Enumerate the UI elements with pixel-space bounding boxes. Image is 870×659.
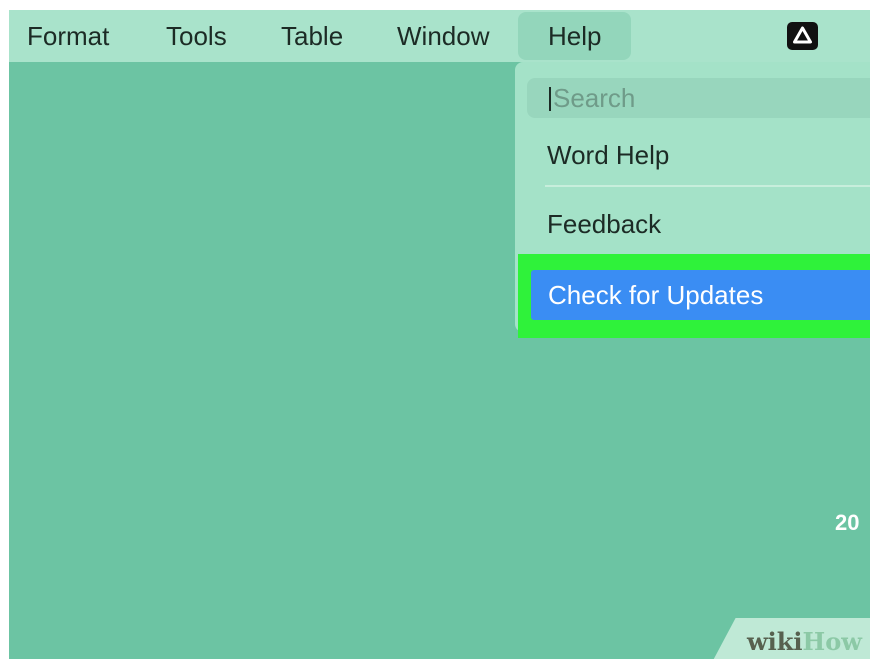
menu-item-feedback[interactable]: Feedback: [547, 209, 661, 240]
search-placeholder: Search: [553, 83, 636, 113]
menu-bar: Format Tools Table Window Help: [9, 10, 870, 62]
watermark-wiki: wiki: [747, 627, 803, 656]
menu-table[interactable]: Table: [281, 10, 343, 62]
menu-item-check-for-updates[interactable]: Check for Updates: [531, 270, 870, 320]
help-search-field[interactable]: Search: [527, 78, 870, 118]
text-caret: [549, 87, 551, 111]
menu-separator: [545, 185, 870, 187]
screen: Format Tools Table Window Help Search Wo…: [9, 10, 870, 659]
clock-partial: 20: [835, 510, 860, 535]
menu-help[interactable]: Help: [518, 12, 632, 60]
menu-item-word-help[interactable]: Word Help: [547, 140, 669, 171]
watermark-how: How: [802, 627, 862, 656]
menu-format[interactable]: Format: [27, 10, 109, 62]
check-for-updates-label: Check for Updates: [548, 280, 764, 310]
menu-window[interactable]: Window: [397, 10, 489, 62]
wikihow-watermark: wikiHow: [747, 627, 862, 656]
menu-tools[interactable]: Tools: [166, 10, 227, 62]
google-drive-icon[interactable]: [787, 22, 818, 50]
